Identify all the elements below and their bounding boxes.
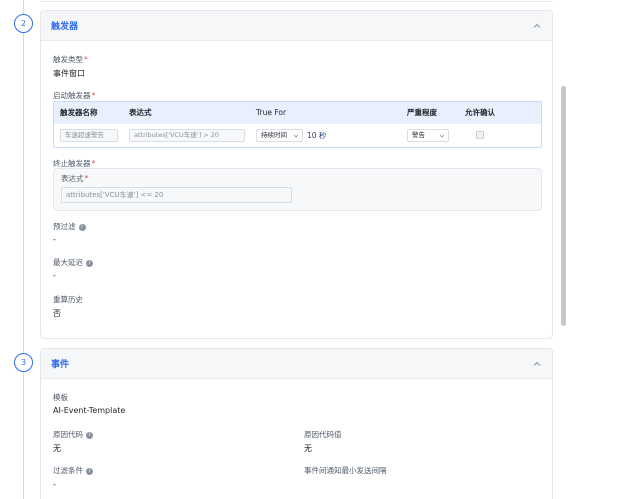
duration-type-value: 持续时间 (261, 131, 287, 139)
event-card-title: 事件 (51, 360, 70, 370)
recalc-history-value: 否 (53, 309, 61, 318)
previous-card-edge (40, 0, 553, 2)
stop-trigger-label-text: 终止触发器 (53, 159, 91, 168)
filter-condition-label-text: 过滤条件 (53, 466, 83, 475)
chevron-up-icon[interactable] (532, 359, 542, 369)
info-icon[interactable]: i (86, 431, 93, 439)
vertical-scrollbar[interactable] (561, 86, 566, 326)
filter-condition-label: 过滤条件 i (53, 465, 93, 476)
template-label: 模板 (53, 393, 68, 402)
step-3-indicator: 3 (14, 353, 33, 372)
required-mark: * (91, 91, 96, 100)
col-trigger-name: 触发器名称 (60, 108, 98, 117)
template-value: AI-Event-Template (53, 406, 126, 415)
step-connector-top (23, 0, 24, 14)
table-row: 车速超速警告 attributes['VCU车速'] > 20 持续时间 10 … (54, 124, 541, 148)
severity-select[interactable]: 警告 (407, 129, 449, 142)
event-card-header[interactable]: 事件 (41, 349, 552, 379)
duration-value: 10 秒 (307, 131, 327, 140)
col-expression: 表达式 (129, 108, 152, 117)
step-2-indicator: 2 (14, 14, 33, 33)
col-true-for: True For (256, 108, 287, 117)
stop-trigger-box: 表达式* attributes['VCU车速'] <= 20 (53, 168, 542, 211)
start-trigger-table: 触发器名称 表达式 True For 严重程度 允许确认 车速超速警告 attr… (53, 101, 542, 148)
reason-code-value-value: 无 (304, 444, 312, 453)
expression-input[interactable]: attributes['VCU车速'] > 20 (129, 129, 245, 142)
prefilter-label: 预过滤 i (53, 221, 86, 232)
allow-confirm-checkbox[interactable] (476, 131, 484, 139)
trigger-card-title: 触发器 (51, 22, 79, 32)
reason-code-value-label: 原因代码值 (304, 430, 342, 439)
chevron-up-icon[interactable] (532, 21, 542, 31)
step-connector-bottom (23, 372, 24, 499)
max-delay-label-text: 最大延迟 (53, 258, 83, 267)
event-card: 事件 模板 AI-Event-Template 原因代码 i 无 原因代码值 无 … (40, 348, 553, 499)
trigger-name-input[interactable]: 车速超速警告 (60, 129, 118, 142)
info-icon[interactable]: i (86, 259, 93, 267)
duration-type-select[interactable]: 持续时间 (256, 129, 303, 142)
start-trigger-label-text: 启动触发器 (53, 91, 91, 100)
severity-value: 警告 (412, 131, 425, 139)
trigger-type-label: 触发类型* (53, 54, 88, 65)
step-connector-middle (23, 33, 24, 354)
prefilter-label-text: 预过滤 (53, 222, 76, 231)
stop-expression-input[interactable]: attributes['VCU车速'] <= 20 (61, 187, 292, 203)
col-severity: 严重程度 (407, 108, 437, 117)
max-delay-value: - (53, 271, 56, 280)
trigger-type-value: 事件窗口 (53, 69, 85, 78)
stop-expression-label: 表达式* (61, 173, 88, 184)
recalc-history-label: 重算历史 (53, 295, 83, 304)
max-delay-label: 最大延迟 i (53, 257, 93, 268)
filter-condition-value: - (53, 480, 56, 489)
reason-code-label-text: 原因代码 (53, 430, 83, 439)
chevron-down-icon (293, 134, 299, 138)
prefilter-value: - (53, 235, 56, 244)
required-mark: * (91, 159, 96, 168)
trigger-card: 触发器 触发类型* 事件窗口 启动触发器* 触发器名称 表达式 True For… (40, 10, 553, 339)
table-header: 触发器名称 表达式 True For 严重程度 允许确认 (54, 102, 541, 124)
required-mark: * (84, 174, 89, 183)
info-icon[interactable]: i (78, 223, 86, 231)
trigger-card-header[interactable]: 触发器 (41, 11, 552, 41)
reason-code-label: 原因代码 i (53, 429, 93, 440)
chevron-down-icon (439, 134, 445, 138)
required-mark: * (84, 55, 88, 64)
reason-code-value: 无 (53, 444, 61, 453)
min-notify-interval-label: 事件间通知最小发送间隔 (304, 466, 387, 475)
col-allow-confirm: 允许确认 (465, 108, 495, 117)
stop-expression-label-text: 表达式 (61, 174, 84, 183)
start-trigger-label: 启动触发器* (53, 90, 95, 101)
trigger-type-label-text: 触发类型 (53, 55, 83, 64)
info-icon[interactable]: i (86, 467, 93, 475)
